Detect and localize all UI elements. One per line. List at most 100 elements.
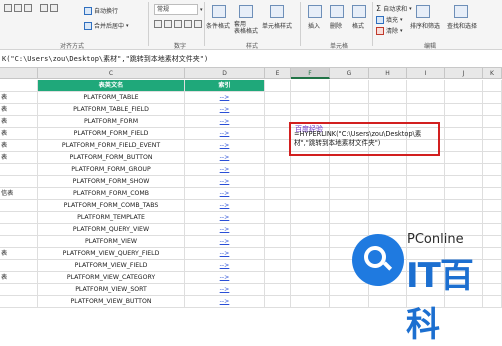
find-select-label[interactable]: 查找和选择: [447, 21, 477, 30]
format-icon[interactable]: [352, 5, 366, 18]
cell[interactable]: [0, 80, 38, 92]
row-label-cell[interactable]: [0, 296, 38, 308]
autosum-button[interactable]: Σ 自动求和 ▾: [376, 4, 412, 13]
cell[interactable]: [483, 140, 502, 152]
hyperlink[interactable]: -->: [220, 274, 230, 281]
column-header-k[interactable]: K: [483, 68, 502, 79]
find-select-icon[interactable]: [454, 5, 468, 18]
cell[interactable]: [291, 80, 330, 92]
cell[interactable]: [483, 188, 502, 200]
cell[interactable]: [483, 152, 502, 164]
cell[interactable]: [265, 80, 291, 92]
index-link-cell[interactable]: -->: [185, 200, 265, 212]
table-name-cell[interactable]: PLATFORM_TABLE: [38, 92, 185, 104]
cell[interactable]: [369, 188, 407, 200]
cell[interactable]: [291, 272, 330, 284]
hyperlink[interactable]: -->: [220, 250, 230, 257]
row-label-cell[interactable]: 表: [0, 140, 38, 152]
cell[interactable]: [291, 104, 330, 116]
hyperlink[interactable]: -->: [220, 190, 230, 197]
cell[interactable]: [483, 200, 502, 212]
cell[interactable]: [483, 80, 502, 92]
cell[interactable]: [483, 128, 502, 140]
index-link-cell[interactable]: -->: [185, 248, 265, 260]
table-name-cell[interactable]: PLATFORM_FORM_FIELD_EVENT: [38, 140, 185, 152]
cell[interactable]: [265, 236, 291, 248]
cell[interactable]: [330, 104, 369, 116]
table-name-cell[interactable]: PLATFORM_VIEW_QUERY_FIELD: [38, 248, 185, 260]
format-as-table-icon[interactable]: [239, 5, 253, 18]
hyperlink[interactable]: -->: [220, 262, 230, 269]
formula-bar[interactable]: K("C:\Users\zou\Desktop\素材","跳转到本地素材文件夹"…: [0, 50, 502, 68]
conditional-format-icon[interactable]: [212, 5, 226, 18]
table-name-cell[interactable]: PLATFORM_VIEW: [38, 236, 185, 248]
cell[interactable]: [483, 176, 502, 188]
cell[interactable]: [265, 260, 291, 272]
cell[interactable]: [291, 224, 330, 236]
format-as-table-label[interactable]: 套用 表格格式: [234, 21, 258, 35]
delete-icon[interactable]: [330, 5, 344, 18]
index-link-cell[interactable]: -->: [185, 272, 265, 284]
table-name-cell[interactable]: PLATFORM_FORM_COMB_TABS: [38, 200, 185, 212]
cell[interactable]: [291, 236, 330, 248]
row-label-cell[interactable]: [0, 212, 38, 224]
cell[interactable]: [265, 188, 291, 200]
cell[interactable]: [265, 284, 291, 296]
table-name-cell[interactable]: PLATFORM_VIEW_SORT: [38, 284, 185, 296]
cell[interactable]: [407, 92, 445, 104]
clear-button[interactable]: 清除 ▾: [376, 26, 403, 35]
cell[interactable]: [445, 128, 483, 140]
table-name-cell[interactable]: PLATFORM_FORM_SHOW: [38, 176, 185, 188]
cell[interactable]: [291, 200, 330, 212]
table-name-cell[interactable]: PLATFORM_QUERY_VIEW: [38, 224, 185, 236]
cell[interactable]: [369, 200, 407, 212]
cell[interactable]: [407, 176, 445, 188]
index-link-cell[interactable]: -->: [185, 140, 265, 152]
row-label-cell[interactable]: 表: [0, 248, 38, 260]
hyperlink[interactable]: -->: [220, 214, 230, 221]
auto-wrap-button[interactable]: 自动换行: [84, 6, 118, 15]
table-name-cell[interactable]: PLATFORM_TEMPLATE: [38, 212, 185, 224]
cell[interactable]: [445, 188, 483, 200]
row-label-cell[interactable]: [0, 176, 38, 188]
cell[interactable]: [369, 176, 407, 188]
cell[interactable]: [407, 164, 445, 176]
column-header-h[interactable]: H: [369, 68, 407, 79]
table-name-cell[interactable]: PLATFORM_FORM: [38, 116, 185, 128]
formula-bar-text[interactable]: K("C:\Users\zou\Desktop\素材","跳转到本地素材文件夹"…: [2, 54, 208, 64]
cell[interactable]: [265, 140, 291, 152]
column-header-g[interactable]: G: [330, 68, 369, 79]
cell[interactable]: [445, 104, 483, 116]
cell[interactable]: [265, 104, 291, 116]
cell[interactable]: [330, 176, 369, 188]
sort-filter-icon[interactable]: [416, 5, 430, 18]
hyperlink[interactable]: -->: [220, 142, 230, 149]
index-link-cell[interactable]: -->: [185, 296, 265, 308]
table-name-cell[interactable]: PLATFORM_TABLE_FIELD: [38, 104, 185, 116]
index-link-cell[interactable]: -->: [185, 224, 265, 236]
column-header-e[interactable]: E: [265, 68, 291, 79]
hyperlink-formula-cell[interactable]: =HYPERLINK("C:\Users\zou\Desktop\素材","跳转…: [294, 130, 440, 147]
cell[interactable]: [291, 92, 330, 104]
cell[interactable]: [265, 212, 291, 224]
cell[interactable]: [265, 248, 291, 260]
index-link-cell[interactable]: -->: [185, 104, 265, 116]
cell[interactable]: [265, 224, 291, 236]
cell[interactable]: [445, 80, 483, 92]
hyperlink[interactable]: -->: [220, 238, 230, 245]
cell[interactable]: [483, 104, 502, 116]
number-format-select[interactable]: 常规 ▾: [154, 4, 203, 15]
column-header-d[interactable]: D: [185, 68, 265, 79]
table-name-cell[interactable]: PLATFORM_FORM_FIELD: [38, 128, 185, 140]
cell[interactable]: [330, 188, 369, 200]
cell[interactable]: [265, 92, 291, 104]
number-buttons[interactable]: [154, 20, 202, 28]
row-label-cell[interactable]: 表: [0, 116, 38, 128]
delete-label[interactable]: 删除: [330, 21, 342, 30]
cell[interactable]: [265, 296, 291, 308]
cell[interactable]: [265, 116, 291, 128]
cell[interactable]: [445, 212, 483, 224]
insert-label[interactable]: 插入: [308, 21, 320, 30]
column-header-i[interactable]: I: [407, 68, 445, 79]
index-link-cell[interactable]: -->: [185, 284, 265, 296]
